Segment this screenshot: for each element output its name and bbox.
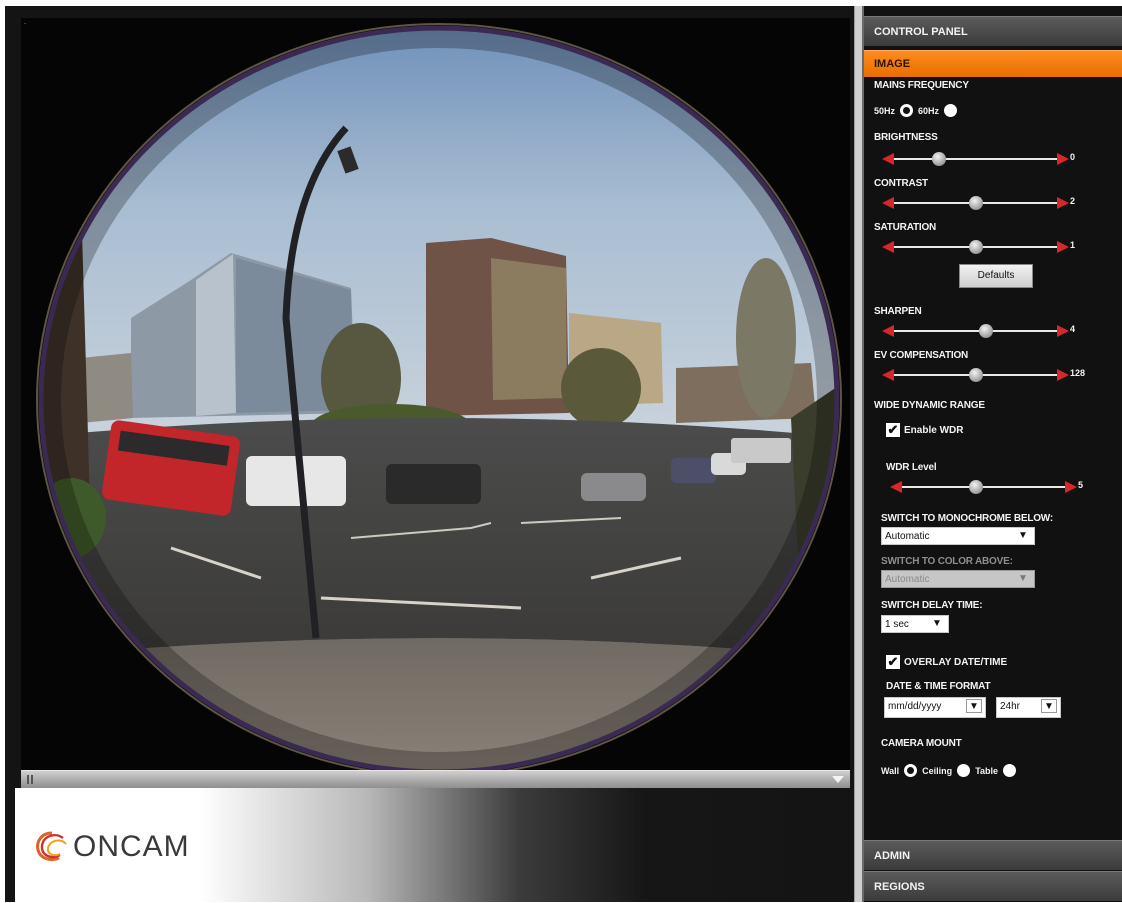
- ev-compensation-value: 128: [1070, 368, 1086, 378]
- delay-label: SWITCH DELAY TIME:: [881, 600, 983, 611]
- admin-section-header[interactable]: ADMIN: [864, 840, 1122, 870]
- time-format-value: 24hr: [1000, 701, 1021, 712]
- mains-frequency-label: MAINS FREQUENCY: [874, 80, 969, 91]
- contrast-slider[interactable]: 2: [882, 196, 1075, 210]
- arrow-left-icon[interactable]: [882, 197, 894, 209]
- delay-value: 1 sec: [885, 619, 909, 630]
- video-frame: · ONCAM: [5, 6, 854, 902]
- chevron-down-icon[interactable]: ▼: [929, 617, 945, 631]
- oncam-swirl-icon: [36, 831, 67, 862]
- date-format-value: mm/dd/yyyy: [888, 701, 942, 712]
- wdr-label: WIDE DYNAMIC RANGE: [874, 400, 985, 411]
- panel-divider[interactable]: [854, 6, 864, 902]
- chevron-down-icon[interactable]: ▼: [966, 699, 982, 713]
- defaults-button[interactable]: Defaults: [959, 264, 1033, 288]
- wdr-level-label: WDR Level: [886, 462, 937, 473]
- arrow-left-icon[interactable]: [890, 481, 902, 493]
- overlay-label: OVERLAY DATE/TIME: [904, 656, 1008, 668]
- control-panel-header[interactable]: CONTROL PANEL: [864, 16, 1122, 46]
- ev-compensation-label: EV COMPENSATION: [874, 350, 969, 361]
- corner-mark: ·: [23, 20, 28, 28]
- radio-table-label: Table: [975, 765, 999, 776]
- mono-below-value: Automatic: [885, 531, 930, 542]
- chevron-down-icon[interactable]: [832, 776, 844, 783]
- arrow-left-icon[interactable]: [882, 325, 894, 337]
- mains-frequency-group: 50Hz 60Hz: [874, 104, 958, 117]
- radio-wall[interactable]: [904, 764, 918, 777]
- arrow-right-icon[interactable]: [1057, 153, 1069, 165]
- slider-thumb[interactable]: [969, 480, 983, 494]
- camera-mount-group: Wall Ceiling Table: [881, 764, 1017, 777]
- overlay-row[interactable]: ✔ OVERLAY DATE/TIME: [886, 655, 1007, 669]
- enable-wdr-checkbox[interactable]: ✔: [886, 423, 900, 437]
- logo-text: ONCAM: [73, 830, 190, 863]
- wdr-level-value: 5: [1078, 480, 1084, 490]
- control-panel: CONTROL PANEL IMAGE MAINS FREQUENCY 50Hz…: [864, 6, 1122, 902]
- overlay-checkbox[interactable]: ✔: [886, 655, 900, 669]
- radio-ceiling-label: Ceiling: [922, 765, 953, 776]
- fisheye-video-view[interactable]: ·: [21, 18, 850, 770]
- mono-below-select[interactable]: Automatic ▼: [881, 527, 1035, 545]
- enable-wdr-row[interactable]: ✔ Enable WDR: [886, 423, 963, 437]
- arrow-right-icon[interactable]: [1065, 481, 1077, 493]
- arrow-right-icon[interactable]: [1057, 325, 1069, 337]
- saturation-value: 1: [1070, 240, 1076, 250]
- radio-50hz-label: 50Hz: [874, 105, 896, 116]
- video-scrubber[interactable]: [21, 770, 850, 788]
- radio-60hz-label: 60Hz: [918, 105, 940, 116]
- contrast-value: 2: [1070, 196, 1076, 206]
- arrow-left-icon[interactable]: [882, 241, 894, 253]
- slider-thumb[interactable]: [979, 324, 993, 338]
- radio-wall-label: Wall: [881, 765, 900, 776]
- mono-below-label: SWITCH TO MONOCHROME BELOW:: [881, 513, 1053, 524]
- radio-table[interactable]: [1003, 764, 1017, 777]
- sharpen-value: 4: [1070, 324, 1076, 334]
- color-above-label: SWITCH TO COLOR ABOVE:: [881, 556, 1013, 567]
- date-format-select[interactable]: mm/dd/yyyy ▼: [884, 697, 986, 718]
- slider-thumb[interactable]: [969, 368, 983, 382]
- camera-mount-label: CAMERA MOUNT: [881, 738, 962, 749]
- arrow-left-icon[interactable]: [882, 153, 894, 165]
- sharpen-slider[interactable]: 4: [882, 324, 1075, 338]
- fisheye-camera-image: [21, 18, 850, 770]
- color-above-select: Automatic ▼: [881, 570, 1035, 588]
- wdr-level-slider[interactable]: 5: [890, 480, 1083, 494]
- slider-thumb[interactable]: [932, 152, 946, 166]
- oncam-logo: ONCAM: [33, 830, 190, 864]
- slider-thumb[interactable]: [969, 196, 983, 210]
- slider-track: [890, 330, 1059, 332]
- ev-compensation-slider[interactable]: 128: [882, 368, 1085, 382]
- contrast-label: CONTRAST: [874, 178, 928, 189]
- delay-select[interactable]: 1 sec ▼: [881, 615, 949, 633]
- chevron-down-icon[interactable]: ▼: [1041, 699, 1057, 713]
- arrow-left-icon[interactable]: [882, 369, 894, 381]
- saturation-slider[interactable]: 1: [882, 240, 1075, 254]
- saturation-label: SATURATION: [874, 222, 937, 233]
- pause-icon[interactable]: [27, 775, 33, 784]
- radio-ceiling[interactable]: [957, 764, 971, 777]
- logo-band: ONCAM: [15, 788, 854, 902]
- arrow-right-icon[interactable]: [1057, 241, 1069, 253]
- brightness-slider[interactable]: 0: [882, 152, 1075, 166]
- brightness-value: 0: [1070, 152, 1076, 162]
- radio-60hz[interactable]: [944, 104, 958, 117]
- sharpen-label: SHARPEN: [874, 306, 922, 317]
- slider-track: [890, 158, 1059, 160]
- chevron-down-icon[interactable]: ▼: [1015, 529, 1031, 543]
- arrow-right-icon[interactable]: [1057, 369, 1069, 381]
- regions-section-header[interactable]: REGIONS: [864, 871, 1122, 901]
- image-section-header[interactable]: IMAGE: [864, 50, 1122, 77]
- datetime-format-label: DATE & TIME FORMAT: [886, 681, 991, 692]
- time-format-select[interactable]: 24hr ▼: [996, 697, 1061, 718]
- enable-wdr-label: Enable WDR: [904, 424, 964, 436]
- slider-thumb[interactable]: [969, 240, 983, 254]
- chevron-down-icon: ▼: [1018, 573, 1028, 584]
- color-above-value: Automatic: [885, 574, 930, 585]
- radio-50hz[interactable]: [900, 104, 914, 117]
- arrow-right-icon[interactable]: [1057, 197, 1069, 209]
- brightness-label: BRIGHTNESS: [874, 132, 938, 143]
